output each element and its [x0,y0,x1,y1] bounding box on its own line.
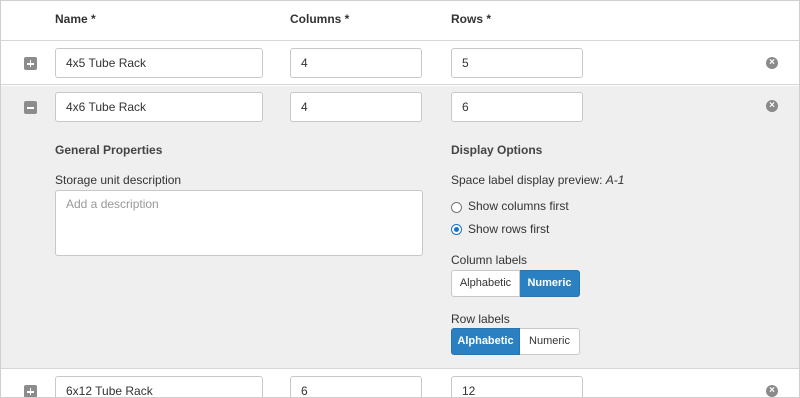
times-circle-icon[interactable]: × [766,57,778,69]
row-labels-toggle: Alphabetic Numeric [451,328,580,355]
column-labels-alphabetic-button[interactable]: Alphabetic [451,270,520,297]
unit-rows-input[interactable] [451,376,583,397]
storage-unit-row: × [1,370,799,397]
times-circle-icon[interactable]: × [766,385,778,397]
show-rows-first-label[interactable]: Show rows first [468,222,549,236]
preview-label: Space label display preview: [451,173,603,187]
row-labels-alphabetic-button[interactable]: Alphabetic [451,328,520,355]
rows-column-header: Rows * [451,12,492,26]
unit-name-input[interactable] [55,92,263,122]
name-column-header: Name * [55,12,96,26]
column-labels-numeric-button[interactable]: Numeric [520,270,580,297]
show-columns-first-label[interactable]: Show columns first [468,199,569,213]
preview-label-row: Space label display preview: A-1 [451,173,624,187]
unit-columns-input[interactable] [290,48,422,78]
unit-name-input[interactable] [55,376,263,397]
columns-column-header: Columns * [290,12,350,26]
description-textarea[interactable] [55,190,423,256]
plus-square-icon[interactable] [24,57,37,70]
row-labels-title: Row labels [451,312,510,326]
description-label: Storage unit description [55,173,182,187]
plus-square-icon[interactable] [24,385,37,397]
unit-columns-input[interactable] [290,92,422,122]
general-properties-title: General Properties [55,143,163,157]
column-labels-title: Column labels [451,253,528,267]
preview-value: A-1 [605,173,625,187]
times-circle-icon[interactable]: × [766,100,778,112]
unit-name-input[interactable] [55,48,263,78]
table-header: Name * Columns * Rows * [1,1,799,41]
storage-units-panel: Name * Columns * Rows * × × General Prop… [0,0,800,398]
row-labels-numeric-button[interactable]: Numeric [520,328,580,355]
show-rows-first-radio[interactable] [451,224,462,235]
minus-square-icon[interactable] [24,101,37,114]
unit-rows-input[interactable] [451,92,583,122]
unit-rows-input[interactable] [451,48,583,78]
storage-unit-row-expanded: × General Properties Storage unit descri… [1,86,799,369]
column-labels-toggle: Alphabetic Numeric [451,270,580,297]
display-options-title: Display Options [451,143,543,157]
storage-unit-row: × [1,42,799,85]
unit-columns-input[interactable] [290,376,422,397]
show-columns-first-radio[interactable] [451,202,462,213]
